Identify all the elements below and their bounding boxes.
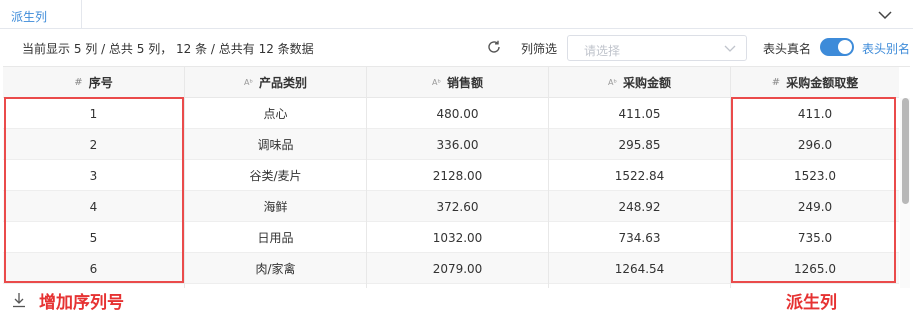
vertical-scrollbar-thumb[interactable] xyxy=(902,98,909,204)
table-row xyxy=(3,284,899,288)
annotation-label-derived: 派生列 xyxy=(786,293,837,313)
table-cell[interactable]: 日用品 xyxy=(185,222,367,253)
header-realname-label: 表头真名 xyxy=(763,42,812,56)
header-alias-label: 表头别名 xyxy=(862,42,911,56)
column-header[interactable]: Aᵇ 产品类别 xyxy=(185,67,367,98)
data-summary: 当前显示 5 列 / 总共 5 列， 12 条 / 总共有 12 条数据 xyxy=(22,42,314,56)
toggle-knob xyxy=(838,40,852,54)
chevron-down-icon[interactable] xyxy=(877,8,893,22)
table-cell[interactable]: 肉/家禽 xyxy=(185,253,367,284)
column-header[interactable]: # 采购金额取整 xyxy=(731,67,899,98)
column-header[interactable]: # 序号 xyxy=(3,67,185,98)
table-cell xyxy=(367,284,549,288)
table-cell[interactable]: 295.85 xyxy=(549,129,731,160)
text-type-icon: Aᵇ xyxy=(432,78,441,87)
column-header-label: 产品类别 xyxy=(258,76,307,90)
refresh-icon[interactable] xyxy=(486,39,502,55)
select-placeholder: 请选择 xyxy=(584,44,621,58)
number-type-icon: # xyxy=(771,77,781,88)
column-header-label: 序号 xyxy=(88,76,113,90)
table-cell[interactable]: 1032.00 xyxy=(367,222,549,253)
table-cell[interactable]: 谷类/麦片 xyxy=(185,160,367,191)
annotation-label-sequence: 增加序列号 xyxy=(39,293,124,313)
number-type-icon: # xyxy=(74,77,83,88)
annotation-box-sequence xyxy=(4,97,184,283)
chevron-down-icon xyxy=(724,45,736,52)
table-cell[interactable]: 1522.84 xyxy=(549,160,731,191)
column-header-label: 采购金额 xyxy=(622,76,671,90)
table-cell[interactable]: 调味品 xyxy=(185,129,367,160)
toolbar: 当前显示 5 列 / 总共 5 列， 12 条 / 总共有 12 条数据 列筛选… xyxy=(0,29,913,65)
download-icon[interactable] xyxy=(12,292,26,308)
header-name-toggle[interactable] xyxy=(820,38,854,56)
table-cell[interactable]: 480.00 xyxy=(367,98,549,129)
table-cell[interactable]: 411.05 xyxy=(549,98,731,129)
table-cell xyxy=(185,284,367,288)
table-cell[interactable]: 248.92 xyxy=(549,191,731,222)
column-header-label: 采购金额取整 xyxy=(786,76,859,90)
tab-label: 派生列 xyxy=(11,10,48,24)
table-cell[interactable]: 2079.00 xyxy=(367,253,549,284)
annotation-box-derived xyxy=(731,97,896,283)
table-cell[interactable]: 336.00 xyxy=(367,129,549,160)
table-cell[interactable]: 点心 xyxy=(185,98,367,129)
table-cell[interactable]: 海鲜 xyxy=(185,191,367,222)
table-cell[interactable]: 1264.54 xyxy=(549,253,731,284)
text-type-icon: Aᵇ xyxy=(608,78,617,87)
column-header-label: 销售额 xyxy=(446,76,483,90)
column-header[interactable]: Aᵇ 销售额 xyxy=(367,67,549,98)
table-cell xyxy=(549,284,731,288)
text-type-icon: Aᵇ xyxy=(244,78,253,87)
column-filter-label: 列筛选 xyxy=(521,42,558,56)
table-cell[interactable]: 372.60 xyxy=(367,191,549,222)
column-header[interactable]: Aᵇ 采购金额 xyxy=(549,67,731,98)
column-filter-select[interactable]: 请选择 xyxy=(567,35,747,61)
table-cell[interactable]: 2128.00 xyxy=(367,160,549,191)
tab-bar: 派生列 xyxy=(0,0,913,30)
table-cell[interactable]: 734.63 xyxy=(549,222,731,253)
tab-derived-column[interactable]: 派生列 xyxy=(0,0,82,30)
table-header-row: # 序号 Aᵇ 产品类别 Aᵇ 销售额 Aᵇ 采购金额 # 采购金额取整 xyxy=(3,67,899,98)
